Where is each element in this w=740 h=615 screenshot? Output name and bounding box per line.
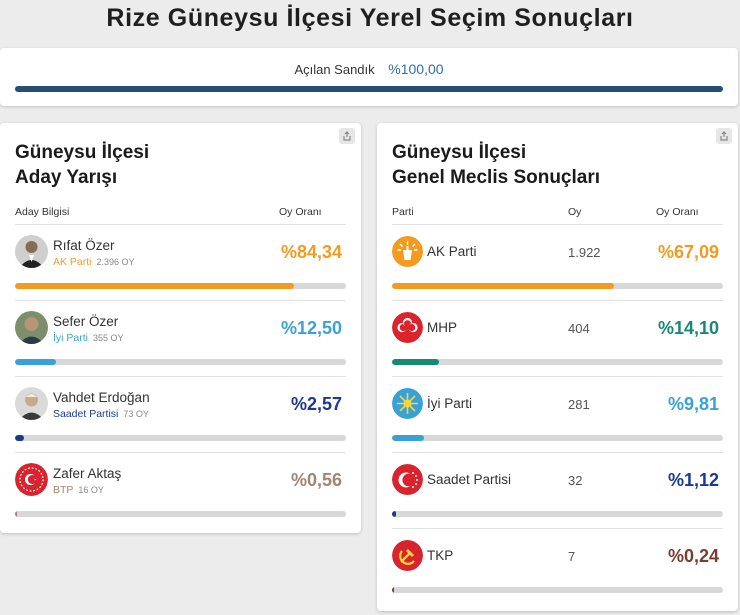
candidate-votes: 16 OY [78,485,104,495]
council-card-title-line1: Güneysu İlçesi [392,142,527,163]
candidate-name: Rıfat Özer [53,238,115,253]
candidate-bar [15,511,346,517]
ballot-row: Açılan Sandık %100,00 [0,61,738,77]
party-votes: 32 [568,473,583,488]
candidate-row: Rıfat Özer AK Parti 2.396 OY %84,34 [15,224,346,300]
party-row: AK Parti 1.922 %67,09 [392,224,723,300]
party-bar-fill [392,359,439,365]
ballot-label: Açılan Sandık [294,62,375,77]
party-row: MHP 404 %14,10 [392,300,723,376]
candidate-bar-fill [15,283,295,289]
party-bar-fill [392,435,425,441]
candidate-bar-fill [15,511,17,517]
party-bar-fill [392,587,394,593]
candidate-card-title-line1: Güneysu İlçesi [15,142,150,163]
saadet-logo-icon [392,464,423,495]
btp-logo-icon [15,463,48,496]
candidate-race-card: Güneysu İlçesi Aday Yarışı Aday Bilgisi … [0,123,361,533]
party-votes: 281 [568,397,590,412]
party-bar [392,283,723,289]
party-percent: %67,09 [657,242,719,262]
party-bar-fill [392,511,396,517]
party-bar-fill [392,283,615,289]
candidate-percent: %12,50 [280,318,342,338]
party-row: İyi Parti 281 %9,81 [392,376,723,452]
party-name: AK Parti [427,244,477,259]
avatar [15,387,48,420]
party-bar [392,359,723,365]
candidate-bar [15,283,346,289]
candidate-votes: 2.396 OY [96,257,135,267]
party-bar [392,587,723,593]
iyi-logo-icon [392,388,423,419]
share-icon[interactable] [716,128,732,144]
candidate-meta: BTP 16 OY [53,484,104,496]
col-vote-rate: Oy Oranı [279,206,322,218]
candidate-bar [15,359,346,365]
candidate-party: BTP [53,484,74,496]
candidate-meta: İyi Parti 355 OY [53,332,124,344]
candidate-party: İyi Parti [53,332,89,344]
party-row: TKP 7 %0,24 [392,528,723,604]
mhp-logo-icon [392,312,423,343]
party-bar [392,511,723,517]
candidate-votes: 355 OY [93,333,124,343]
ballot-summary: Açılan Sandık %100,00 [0,48,738,106]
party-percent: %14,10 [657,318,719,338]
party-votes: 7 [568,549,576,564]
candidate-row: Vahdet Erdoğan Saadet Partisi 73 OY %2,57 [15,376,346,452]
candidate-name: Zafer Aktaş [53,466,122,481]
party-row: Saadet Partisi 32 %1,12 [392,452,723,528]
page-title: Rize Güneysu İlçesi Yerel Seçim Sonuçlar… [106,4,634,32]
candidate-card-title: Güneysu İlçesi Aday Yarışı [15,140,149,190]
share-icon[interactable] [339,128,355,144]
candidate-bar [15,435,346,441]
candidate-card-title-line2: Aday Yarışı [15,167,118,188]
party-percent: %1,12 [667,470,719,490]
candidate-percent: %2,57 [290,394,342,414]
candidate-meta: AK Parti 2.396 OY [53,256,135,268]
party-bar [392,435,723,441]
council-card-title-line2: Genel Meclis Sonuçları [392,167,601,188]
candidate-meta: Saadet Partisi 73 OY [53,408,149,420]
candidate-percent: %84,34 [280,242,342,262]
candidate-row: Zafer Aktaş BTP 16 OY %0,56 [15,452,346,528]
candidate-bar-fill [15,359,57,365]
candidate-name: Vahdet Erdoğan [53,390,150,405]
party-name: MHP [427,320,457,335]
akp-logo-icon [392,236,423,267]
col-candidate-info: Aday Bilgisi [15,206,70,218]
candidate-party: AK Parti [53,256,92,268]
ballot-value: %100,00 [388,61,444,77]
tkp-logo-icon [392,540,423,571]
candidate-row: Sefer Özer İyi Parti 355 OY %12,50 [15,300,346,376]
col-vote-rate: Oy Oranı [656,206,699,218]
candidate-name: Sefer Özer [53,314,119,329]
party-name: TKP [427,548,454,563]
party-name: İyi Parti [427,396,473,411]
candidate-votes: 73 OY [123,409,149,419]
col-party: Parti [392,206,414,218]
party-name: Saadet Partisi [427,472,512,487]
avatar [15,311,48,344]
party-votes: 1.922 [568,245,601,260]
candidate-bar-fill [15,435,24,441]
council-results-card: Güneysu İlçesi Genel Meclis Sonuçları Pa… [377,123,738,611]
ballot-progress-bar [15,86,723,92]
col-votes: Oy [568,206,582,218]
avatar [15,235,48,268]
party-percent: %9,81 [667,394,719,414]
council-card-title: Güneysu İlçesi Genel Meclis Sonuçları [392,140,600,190]
party-votes: 404 [568,321,590,336]
candidate-percent: %0,56 [290,470,342,490]
party-percent: %0,24 [667,546,719,566]
candidate-party: Saadet Partisi [53,408,119,420]
